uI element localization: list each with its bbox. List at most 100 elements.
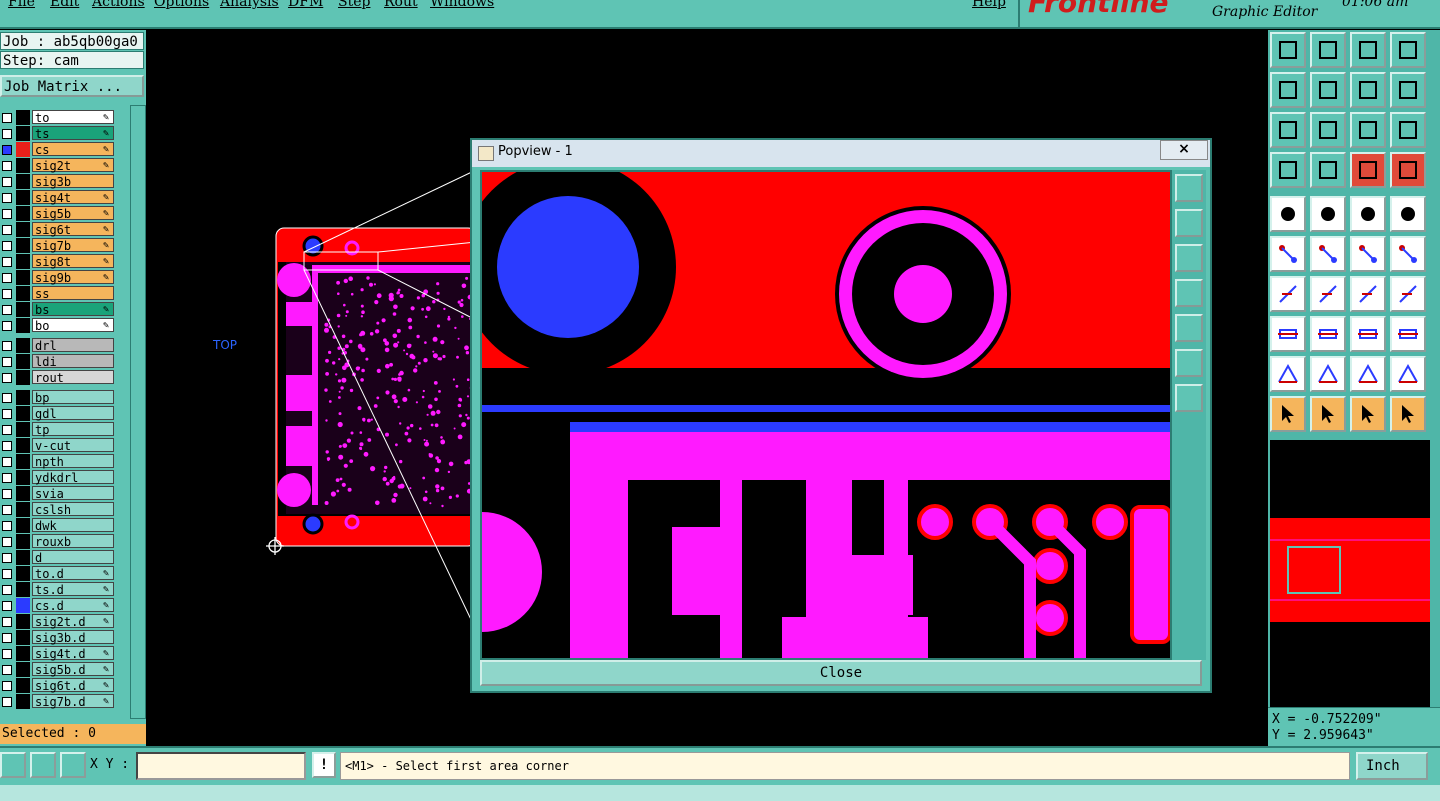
- layer-row-sig4t.d[interactable]: sig4t.d ✎: [0, 646, 116, 661]
- layer-row-ss[interactable]: ss: [0, 286, 116, 301]
- step-icon[interactable]: [1390, 72, 1426, 108]
- layer-name[interactable]: bp: [32, 390, 114, 405]
- layer-row-v-cut[interactable]: v-cut: [0, 438, 116, 453]
- layer-name[interactable]: sig4t.d ✎: [32, 646, 114, 661]
- layer-checkbox[interactable]: [2, 409, 12, 419]
- layer-name[interactable]: sig3b.d: [32, 630, 114, 645]
- triangle-stretch-icon[interactable]: [1390, 356, 1426, 392]
- layer-checkbox[interactable]: [2, 681, 12, 691]
- layer-checkbox[interactable]: [2, 489, 12, 499]
- layer-name[interactable]: d: [32, 550, 114, 565]
- fiducial-icon[interactable]: [1390, 276, 1426, 312]
- pan-right-icon[interactable]: [1310, 72, 1346, 108]
- grid-icon[interactable]: [1310, 152, 1346, 188]
- pointer-rect-icon[interactable]: [1350, 396, 1386, 432]
- zoom-down-icon[interactable]: [1310, 32, 1346, 68]
- layer-row-gdl[interactable]: gdl: [0, 406, 116, 421]
- measure-icon[interactable]: [1310, 196, 1346, 232]
- layer-color-swatch[interactable]: [16, 238, 30, 253]
- layer-color-swatch[interactable]: [16, 614, 30, 629]
- popview-tool-2[interactable]: [1175, 209, 1203, 237]
- layer-row-sig2t[interactable]: sig2t ✎: [0, 158, 116, 173]
- layer-color-swatch[interactable]: [16, 550, 30, 565]
- layer-color-swatch[interactable]: [16, 422, 30, 437]
- layer-name[interactable]: v-cut: [32, 438, 114, 453]
- layer-color-swatch[interactable]: [16, 598, 30, 613]
- layer-color-swatch[interactable]: [16, 222, 30, 237]
- feature-filter-icon[interactable]: [1350, 152, 1386, 188]
- layer-color-swatch[interactable]: [16, 534, 30, 549]
- layer-checkbox[interactable]: [2, 257, 12, 267]
- layer-checkbox[interactable]: [2, 289, 12, 299]
- layer-row-cs[interactable]: cs ✎: [0, 142, 116, 157]
- layer-color-swatch[interactable]: [16, 390, 30, 405]
- layer-color-swatch[interactable]: [16, 370, 30, 385]
- layer-row-npth[interactable]: npth: [0, 454, 116, 469]
- scale-one-to-one-icon[interactable]: [1350, 112, 1386, 148]
- layer-color-swatch[interactable]: [16, 438, 30, 453]
- layer-color-swatch[interactable]: [16, 158, 30, 173]
- layer-color-swatch[interactable]: [16, 678, 30, 693]
- pan-left-icon[interactable]: [1270, 72, 1306, 108]
- layer-checkbox[interactable]: [2, 113, 12, 123]
- cross-icon[interactable]: [1310, 236, 1346, 272]
- menu-help[interactable]: Help: [972, 0, 1006, 10]
- layer-checkbox[interactable]: [2, 457, 12, 467]
- pointer-icon[interactable]: [1270, 396, 1306, 432]
- layer-row-rout[interactable]: rout: [0, 370, 116, 385]
- layer-checkbox[interactable]: [2, 473, 12, 483]
- layer-row-rouxb[interactable]: rouxb: [0, 534, 116, 549]
- menu-edit[interactable]: Edit: [50, 0, 79, 10]
- layer-row-dwk[interactable]: dwk: [0, 518, 116, 533]
- layer-row-to[interactable]: to ✎: [0, 110, 116, 125]
- layer-name[interactable]: svia: [32, 486, 114, 501]
- layer-row-ydkdrl[interactable]: ydkdrl: [0, 470, 116, 485]
- window-layout-icon[interactable]: [1390, 32, 1426, 68]
- popview-close-button[interactable]: Close: [480, 660, 1202, 686]
- layer-name[interactable]: sig2t.d ✎: [32, 614, 114, 629]
- layer-row-sig9b[interactable]: sig9b ✎: [0, 270, 116, 285]
- layer-color-swatch[interactable]: [16, 142, 30, 157]
- popview-tool-5[interactable]: [1175, 314, 1203, 342]
- layer-checkbox[interactable]: [2, 193, 12, 203]
- layer-checkbox[interactable]: [2, 553, 12, 563]
- layer-name[interactable]: sig6t.d ✎: [32, 678, 114, 693]
- menu-dfm[interactable]: DFM: [288, 0, 323, 10]
- menu-step[interactable]: Step: [338, 0, 370, 10]
- layer-checkbox[interactable]: [2, 617, 12, 627]
- layer-name[interactable]: ts ✎: [32, 126, 114, 141]
- layer-row-sig6t.d[interactable]: sig6t.d ✎: [0, 678, 116, 693]
- snap-tool-icon[interactable]: [1270, 152, 1306, 188]
- snap-mode-button[interactable]: [0, 752, 26, 778]
- pad-edit-icon[interactable]: [1270, 316, 1306, 352]
- layer-name[interactable]: ts.d ✎: [32, 582, 114, 597]
- close-icon[interactable]: ×: [1160, 140, 1208, 160]
- layer-checkbox[interactable]: [2, 305, 12, 315]
- net-icon[interactable]: [1270, 236, 1306, 272]
- square-pad-icon[interactable]: [1390, 316, 1426, 352]
- layer-color-swatch[interactable]: [16, 354, 30, 369]
- layer-name[interactable]: ldi: [32, 354, 114, 369]
- layer-color-swatch[interactable]: [16, 254, 30, 269]
- layer-name[interactable]: drl: [32, 338, 114, 353]
- fit-view-icon[interactable]: [1270, 112, 1306, 148]
- triangle-icon[interactable]: [1270, 356, 1306, 392]
- layer-name[interactable]: ydkdrl: [32, 470, 114, 485]
- job-matrix-button[interactable]: Job Matrix ...: [0, 75, 144, 97]
- layer-checkbox[interactable]: [2, 241, 12, 251]
- layer-checkbox[interactable]: [2, 697, 12, 707]
- zoom-home-icon[interactable]: [1270, 32, 1306, 68]
- layer-color-swatch[interactable]: [16, 406, 30, 421]
- layer-row-sig5b.d[interactable]: sig5b.d ✎: [0, 662, 116, 677]
- line-icon[interactable]: [1310, 276, 1346, 312]
- layer-name[interactable]: sig5b ✎: [32, 206, 114, 221]
- layer-checkbox[interactable]: [2, 505, 12, 515]
- layer-color-swatch[interactable]: [16, 694, 30, 709]
- layer-color-swatch[interactable]: [16, 318, 30, 333]
- connect-icon[interactable]: [1350, 236, 1386, 272]
- layer-name[interactable]: to.d ✎: [32, 566, 114, 581]
- layer-row-to.d[interactable]: to.d ✎: [0, 566, 116, 581]
- layer-color-swatch[interactable]: [16, 206, 30, 221]
- layer-checkbox[interactable]: [2, 373, 12, 383]
- layer-name[interactable]: sig2t ✎: [32, 158, 114, 173]
